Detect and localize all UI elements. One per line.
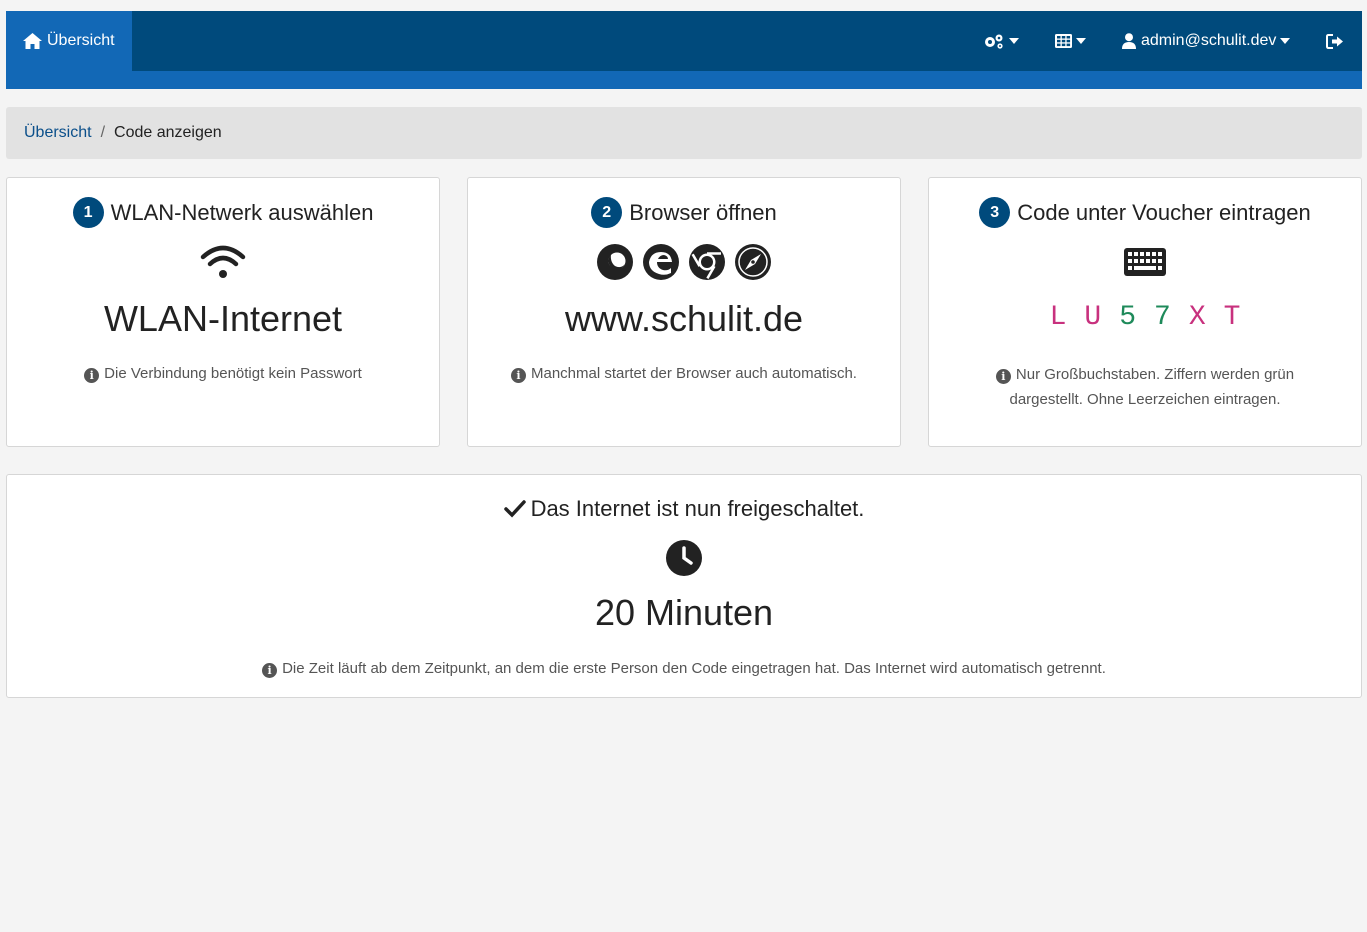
user-label: admin@schulit.dev [1141,32,1277,49]
step-title-text: Code unter Voucher eintragen [1017,199,1311,225]
settings-dropdown[interactable] [984,11,1019,71]
breadcrumb-current: Code anzeigen [114,124,222,141]
apps-dropdown[interactable] [1055,11,1086,71]
code-char: 7 [1154,302,1171,333]
step-card-browser: 2 Browser öffnen www.schulit.de i Manchm… [467,177,901,447]
table-grid-icon [1055,34,1072,48]
info-icon: i [84,368,100,383]
edge-icon [643,244,679,280]
navbar-bar: Übersicht admin@schulit.dev [6,11,1362,71]
top-navbar: Übersicht admin@schulit.dev [6,11,1362,89]
step-title-text: WLAN-Netwerk auswählen [110,199,374,225]
step-number-badge: 1 [72,197,104,228]
wlan-name: WLAN-Internet [103,298,343,339]
code-char: L [1049,302,1067,333]
step-title-text: Browser öffnen [629,199,777,225]
result-title: Das Internet ist nun freigeschaltet. [7,496,1361,522]
keyboard-icon [1124,248,1166,276]
browser-url: www.schulit.de [564,298,804,339]
result-info-text: Die Zeit läuft ab dem Zeitpunkt, an dem … [282,660,1106,677]
result-info: i Die Zeit läuft ab dem Zeitpunkt, an dem… [7,656,1361,681]
chrome-icon [689,244,725,280]
breadcrumb-home-link[interactable]: Übersicht [24,124,92,142]
duration-text: 20 Minuten [594,592,774,633]
step-info: i Die Verbindung benötigt kein Passwort [7,361,439,386]
user-icon [1122,33,1136,49]
sign-out-icon [1326,33,1343,49]
step-info: i Nur Großbuchstaben. Ziffern werden grün… [929,362,1361,412]
code-char: U [1084,302,1102,333]
breadcrumb-separator: / [100,124,106,141]
step-info-text: Manchmal startet der Browser auch automa… [531,365,857,382]
step-title: 3 Code unter Voucher eintragen [929,197,1361,228]
home-icon [23,33,42,49]
info-icon: i [995,369,1011,384]
clock-icon [666,540,702,576]
voucher-code: LU57XT [929,302,1361,333]
code-char: T [1223,302,1241,333]
chevron-down-icon [1076,38,1086,44]
checkmark-icon [503,500,526,518]
step-number-badge: 3 [979,197,1011,228]
logout-button[interactable] [1326,11,1344,71]
info-icon: i [262,663,278,678]
user-dropdown[interactable]: admin@schulit.dev [1122,11,1291,71]
step-info: i Manchmal startet der Browser auch autom… [468,361,900,386]
step-info-text: Die Verbindung benötigt kein Passwort [104,365,362,382]
result-card: Das Internet ist nun freigeschaltet. 20 … [6,474,1362,698]
nav-home-label: Übersicht [47,32,115,49]
nav-home-link[interactable]: Übersicht [6,11,132,71]
code-char: 5 [1119,302,1136,333]
info-icon: i [511,368,526,383]
step-card-wlan: 1 WLAN-Netwerk auswählen WLAN-Internet i… [6,177,440,447]
safari-icon [735,244,771,280]
step-number-badge: 2 [591,197,623,228]
code-char: X [1188,302,1206,333]
cogs-icon [985,34,1003,49]
breadcrumb: Übersicht / Code anzeigen [6,107,1362,159]
step-title: 1 WLAN-Netwerk auswählen [7,197,439,228]
chevron-down-icon [1009,38,1019,44]
step-title: 2 Browser öffnen [468,197,900,228]
step-card-voucher: 3 Code unter Voucher eintragen LU57XT iN… [928,177,1362,447]
step-info-text: Nur Großbuchstaben. Ziffern werden grün … [1009,366,1295,408]
firefox-icon [597,244,633,280]
chevron-down-icon [1280,38,1291,44]
result-title-text: Das Internet ist nun freigeschaltet. [530,496,865,521]
wifi-icon [200,245,246,278]
